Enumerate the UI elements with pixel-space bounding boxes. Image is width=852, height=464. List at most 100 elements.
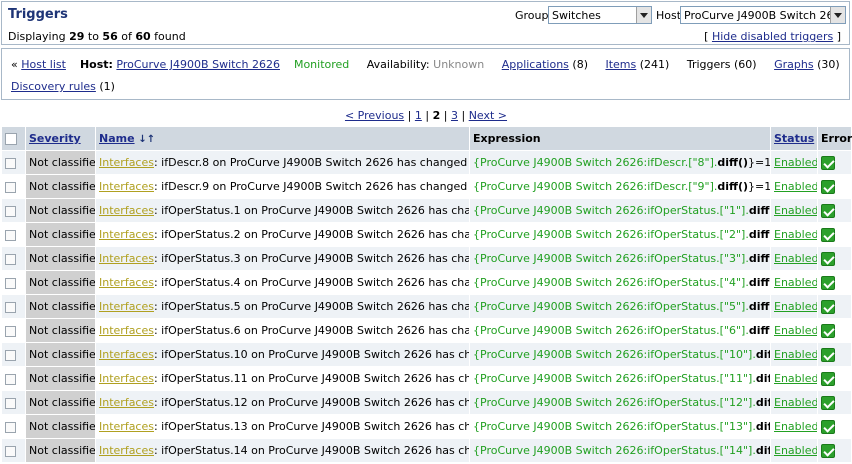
graphs-link[interactable]: Graphs bbox=[774, 58, 813, 71]
items-link[interactable]: Items bbox=[605, 58, 636, 71]
row-checkbox[interactable] bbox=[5, 181, 16, 193]
severity-cell: Not classified bbox=[25, 414, 96, 439]
status-toggle-link[interactable]: Enabled bbox=[774, 204, 817, 217]
row-select-cell bbox=[1, 414, 26, 439]
trigger-name-text[interactable]: : ifOperStatus.14 on ProCurve J4900B Swi… bbox=[154, 444, 469, 457]
name-cell: Interfaces: ifOperStatus.3 on ProCurve J… bbox=[95, 246, 470, 271]
count-of-word: of bbox=[121, 30, 132, 43]
check-icon bbox=[821, 323, 835, 338]
pager-page-3[interactable]: 3 bbox=[451, 109, 458, 122]
status-toggle-link[interactable]: Enabled bbox=[774, 324, 817, 337]
host-select-value: ProCurve J4900B Switch 2626 bbox=[684, 9, 846, 22]
sort-status-link[interactable]: Status bbox=[774, 132, 814, 145]
hide-disabled-wrapper: [ Hide disabled triggers ] bbox=[704, 30, 841, 43]
row-checkbox[interactable] bbox=[5, 373, 16, 385]
status-cell: Enabled bbox=[770, 414, 818, 439]
trigger-name-text[interactable]: : ifOperStatus.4 on ProCurve J4900B Swit… bbox=[154, 276, 469, 289]
application-link[interactable]: Interfaces bbox=[99, 156, 154, 169]
status-toggle-link[interactable]: Enabled bbox=[774, 228, 817, 241]
hide-disabled-triggers-link[interactable]: Hide disabled triggers bbox=[712, 30, 833, 43]
name-cell: Interfaces: ifOperStatus.1 on ProCurve J… bbox=[95, 198, 470, 223]
host-list-link[interactable]: Host list bbox=[21, 58, 66, 71]
host-name-link[interactable]: ProCurve J4900B Switch 2626 bbox=[116, 58, 280, 71]
bracket-close: ] bbox=[836, 30, 841, 43]
row-checkbox[interactable] bbox=[5, 253, 16, 265]
trigger-name-text[interactable]: : ifOperStatus.5 on ProCurve J4900B Swit… bbox=[154, 300, 469, 313]
expression-key: {ProCurve J4900B Switch 2626:ifOperStatu… bbox=[473, 228, 749, 241]
trigger-name-text[interactable]: : ifDescr.9 on ProCurve J4900B Switch 26… bbox=[154, 180, 467, 193]
application-link[interactable]: Interfaces bbox=[99, 348, 154, 361]
application-link[interactable]: Interfaces bbox=[99, 396, 154, 409]
col-name: Name ↓↑ bbox=[95, 126, 470, 151]
group-label: Group bbox=[515, 9, 549, 22]
status-toggle-link[interactable]: Enabled bbox=[774, 396, 817, 409]
application-link[interactable]: Interfaces bbox=[99, 420, 154, 433]
row-checkbox[interactable] bbox=[5, 157, 16, 169]
table-header-row: Severity Name ↓↑ Expression Status Error bbox=[1, 126, 852, 151]
application-link[interactable]: Interfaces bbox=[99, 180, 154, 193]
trigger-name-text[interactable]: : ifOperStatus.6 on ProCurve J4900B Swit… bbox=[154, 324, 469, 337]
select-all-checkbox[interactable] bbox=[5, 133, 17, 145]
status-toggle-link[interactable]: Enabled bbox=[774, 300, 817, 313]
count-prefix: Displaying bbox=[8, 30, 66, 43]
expression-key: {ProCurve J4900B Switch 2626:ifDescr.["9… bbox=[473, 180, 718, 193]
severity-cell: Not classified bbox=[25, 222, 96, 247]
expression-function: diff() bbox=[717, 156, 749, 169]
row-checkbox[interactable] bbox=[5, 229, 16, 241]
row-checkbox[interactable] bbox=[5, 349, 16, 361]
row-checkbox[interactable] bbox=[5, 421, 16, 433]
trigger-name-text[interactable]: : ifOperStatus.3 on ProCurve J4900B Swit… bbox=[154, 252, 469, 265]
status-toggle-link[interactable]: Enabled bbox=[774, 156, 817, 169]
severity-cell: Not classified bbox=[25, 366, 96, 391]
expression-key: {ProCurve J4900B Switch 2626:ifOperStatu… bbox=[473, 372, 756, 385]
status-toggle-link[interactable]: Enabled bbox=[774, 420, 817, 433]
application-link[interactable]: Interfaces bbox=[99, 276, 154, 289]
row-checkbox[interactable] bbox=[5, 277, 16, 289]
trigger-name-text[interactable]: : ifOperStatus.2 on ProCurve J4900B Swit… bbox=[154, 228, 469, 241]
status-toggle-link[interactable]: Enabled bbox=[774, 348, 817, 361]
application-link[interactable]: Interfaces bbox=[99, 444, 154, 457]
row-checkbox[interactable] bbox=[5, 445, 16, 457]
severity-cell: Not classified bbox=[25, 150, 96, 175]
status-toggle-link[interactable]: Enabled bbox=[774, 180, 817, 193]
pager-previous[interactable]: < Previous bbox=[345, 109, 404, 122]
trigger-name-text[interactable]: : ifOperStatus.13 on ProCurve J4900B Swi… bbox=[154, 420, 469, 433]
table-row: Not classified Interfaces: ifDescr.8 on P… bbox=[1, 150, 852, 175]
status-toggle-link[interactable]: Enabled bbox=[774, 276, 817, 289]
application-link[interactable]: Interfaces bbox=[99, 228, 154, 241]
row-checkbox[interactable] bbox=[5, 325, 16, 337]
row-checkbox[interactable] bbox=[5, 397, 16, 409]
row-select-cell bbox=[1, 294, 26, 319]
col-status: Status bbox=[770, 126, 818, 151]
sort-name-link[interactable]: Name bbox=[99, 132, 135, 145]
trigger-name-text[interactable]: : ifDescr.8 on ProCurve J4900B Switch 26… bbox=[154, 156, 467, 169]
application-link[interactable]: Interfaces bbox=[99, 300, 154, 313]
table-row: Not classified Interfaces: ifOperStatus.3… bbox=[1, 246, 852, 271]
expression-cell: {ProCurve J4900B Switch 2626:ifOperStatu… bbox=[469, 438, 771, 463]
applications-link[interactable]: Applications bbox=[502, 58, 569, 71]
expression-cell: {ProCurve J4900B Switch 2626:ifOperStatu… bbox=[469, 390, 771, 415]
trigger-name-text[interactable]: : ifOperStatus.1 on ProCurve J4900B Swit… bbox=[154, 204, 469, 217]
application-link[interactable]: Interfaces bbox=[99, 372, 154, 385]
application-link[interactable]: Interfaces bbox=[99, 252, 154, 265]
group-select[interactable]: Switches bbox=[548, 6, 652, 24]
status-toggle-link[interactable]: Enabled bbox=[774, 372, 817, 385]
trigger-name-text[interactable]: : ifOperStatus.12 on ProCurve J4900B Swi… bbox=[154, 396, 469, 409]
status-toggle-link[interactable]: Enabled bbox=[774, 252, 817, 265]
application-link[interactable]: Interfaces bbox=[99, 204, 154, 217]
status-toggle-link[interactable]: Enabled bbox=[774, 444, 817, 457]
pager-sep: | bbox=[425, 109, 430, 122]
row-checkbox[interactable] bbox=[5, 205, 16, 217]
discovery-rules-link[interactable]: Discovery rules bbox=[11, 80, 96, 93]
trigger-name-text[interactable]: : ifOperStatus.10 on ProCurve J4900B Swi… bbox=[154, 348, 469, 361]
pager-sep: | bbox=[407, 109, 412, 122]
row-checkbox[interactable] bbox=[5, 301, 16, 313]
host-select[interactable]: ProCurve J4900B Switch 2626 bbox=[680, 6, 846, 24]
status-cell: Enabled bbox=[770, 174, 818, 199]
pager-page-1[interactable]: 1 bbox=[415, 109, 422, 122]
application-link[interactable]: Interfaces bbox=[99, 324, 154, 337]
pager-next[interactable]: Next > bbox=[469, 109, 507, 122]
sort-severity-link[interactable]: Severity bbox=[29, 132, 81, 145]
trigger-name-text[interactable]: : ifOperStatus.11 on ProCurve J4900B Swi… bbox=[154, 372, 469, 385]
status-cell: Enabled bbox=[770, 270, 818, 295]
